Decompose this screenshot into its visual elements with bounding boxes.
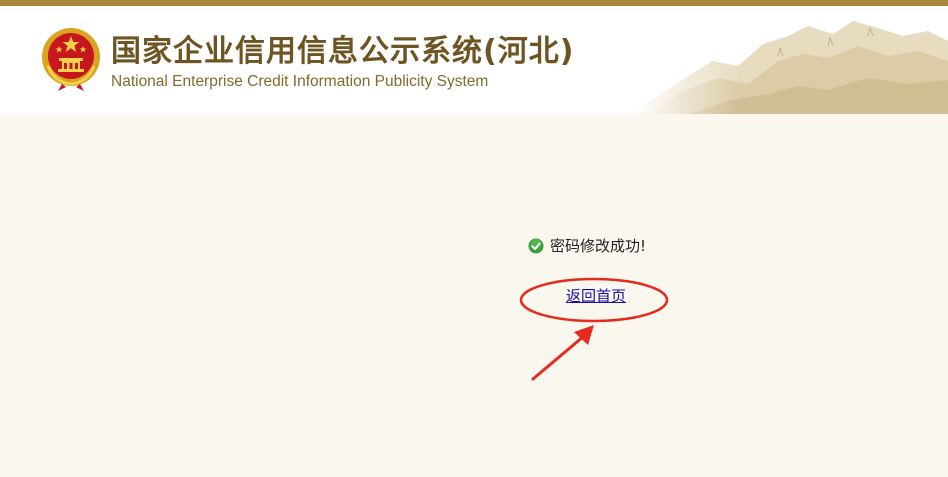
site-title-english: National Enterprise Credit Information P… [111,73,489,90]
check-circle-icon [528,238,544,254]
return-home-link[interactable]: 返回首页 [566,286,626,306]
mountain-landscape-decoration [628,6,948,114]
national-emblem-icon [42,28,100,91]
main-content-area [0,114,948,477]
success-text: 密码修改成功! [550,237,647,255]
site-header: 国家企业信用信息公示系统(河北) National Enterprise Cre… [0,6,948,114]
site-title-chinese: 国家企业信用信息公示系统(河北) [111,34,575,69]
success-message: 密码修改成功! [528,236,646,256]
